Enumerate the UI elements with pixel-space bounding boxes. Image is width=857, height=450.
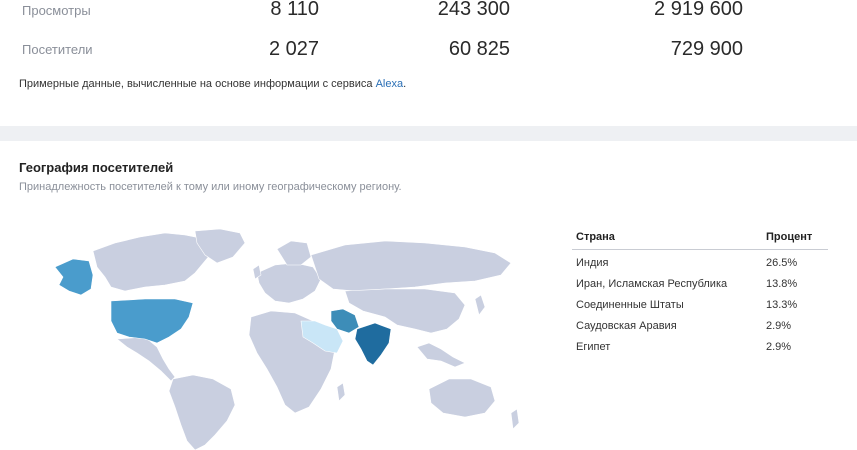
stat-value-year: 729 900: [670, 38, 743, 60]
stat-value-month: 60 825: [448, 38, 510, 60]
stat-label: Просмотры: [22, 3, 91, 18]
alexa-link[interactable]: Alexa: [376, 78, 404, 90]
map-region-east-asia: [344, 288, 466, 334]
country-percent: 13.3%: [766, 299, 798, 311]
country-name: Саудовская Аравия: [576, 320, 677, 332]
stat-value-day: 2 027: [268, 38, 319, 60]
stat-value-day: 8 110: [270, 0, 319, 20]
map-region-japan: [474, 294, 486, 316]
stat-value-year: 2 919 600: [654, 0, 743, 20]
col-percent-header: Процент: [762, 231, 828, 250]
section-divider: [0, 126, 857, 141]
map-region-south-america: [168, 374, 236, 450]
country-percent: 26.5%: [766, 257, 798, 270]
table-header-row: Страна Процент: [572, 231, 828, 250]
map-region-australia: [428, 378, 496, 418]
table-row: Индия 26.5%: [572, 250, 828, 271]
country-table: Страна Процент Индия 26.5% Иран, Исламск…: [572, 231, 828, 355]
map-region-europe: [256, 262, 322, 304]
table-row: Соединенные Штаты 13.3%: [572, 292, 828, 313]
map-region-russia: [310, 240, 512, 292]
country-name: Иран, Исламская Республика: [576, 278, 728, 290]
geography-section: География посетителей Принадлежность пос…: [0, 141, 857, 450]
world-map: [54, 229, 520, 450]
stat-value-month: 243 300: [437, 0, 510, 20]
country-percent: 2.9%: [766, 341, 792, 353]
table-row: Египет 2.9%: [572, 334, 828, 355]
note-text: Примерные данные, вычисленные на основе …: [19, 78, 376, 90]
map-region-southeast-asia: [416, 342, 466, 368]
map-region-scandinavia: [276, 240, 312, 266]
country-name: Соединенные Штаты: [576, 299, 684, 311]
country-name: Индия: [576, 257, 609, 270]
stat-label: Посетители: [22, 42, 93, 57]
stat-row-visitors: Посетители 2 027 60 825 729 900: [0, 34, 857, 64]
section-subtitle: Принадлежность посетителей к тому или ин…: [19, 181, 402, 193]
col-country-header: Страна: [572, 231, 762, 250]
map-region-new-zealand: [510, 408, 520, 430]
map-region-mexico: [116, 336, 176, 382]
map-region-usa: [110, 298, 194, 344]
country-percent: 2.9%: [766, 320, 792, 332]
traffic-stats: Просмотры 8 110 243 300 2 919 600 Посети…: [0, 0, 857, 126]
data-source-note: Примерные данные, вычисленные на основе …: [19, 78, 406, 90]
table-row: Саудовская Аравия 2.9%: [572, 313, 828, 334]
map-region-alaska: [54, 258, 94, 296]
section-title: География посетителей: [19, 160, 174, 175]
country-name: Египет: [576, 341, 611, 353]
stat-row-views: Просмотры 8 110 243 300 2 919 600: [0, 0, 857, 24]
note-suffix: .: [403, 78, 407, 90]
map-region-india: [354, 322, 392, 366]
table-row: Иран, Исламская Республика 13.8%: [572, 271, 828, 292]
country-percent: 13.8%: [766, 278, 798, 290]
map-region-madagascar: [336, 382, 346, 402]
